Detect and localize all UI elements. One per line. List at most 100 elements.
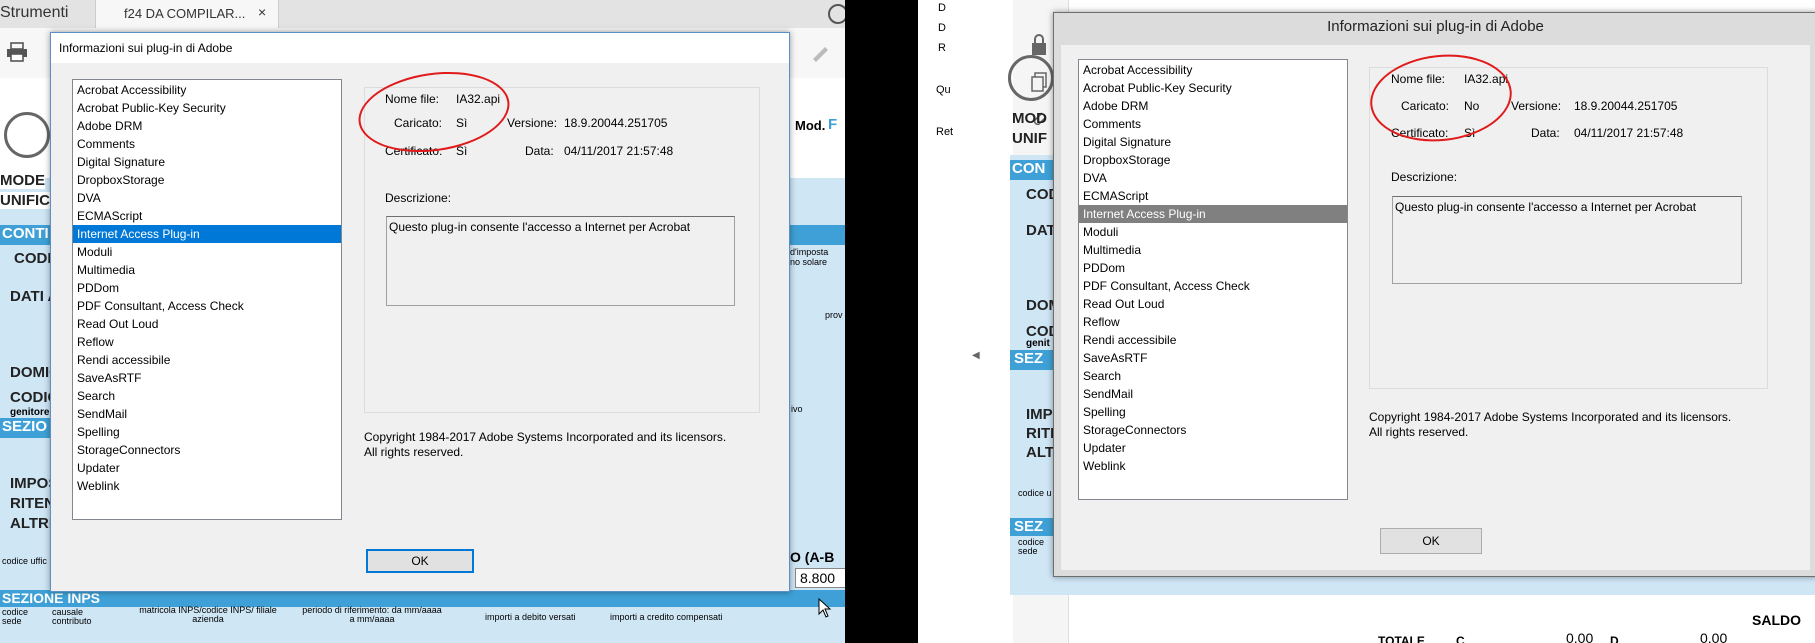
plugin-list[interactable]: Acrobat Accessibility Acrobat Public-Key … — [72, 79, 342, 520]
form-codice-u: codice u — [1018, 488, 1052, 498]
plugin-list-item[interactable]: ECMAScript — [1079, 187, 1347, 205]
plugin-list-item[interactable]: Updater — [1079, 439, 1347, 457]
copyright-line-2: All rights reserved. — [1369, 425, 1469, 439]
plugin-list-item[interactable]: DVA — [1079, 169, 1347, 187]
plugin-list[interactable]: Acrobat Accessibility Acrobat Public-Key … — [1078, 59, 1348, 500]
form-mode: MODE — [0, 172, 45, 189]
data-value: 04/11/2017 21:57:48 — [564, 144, 674, 158]
plugin-list-item[interactable]: Internet Access Plug-in — [73, 225, 341, 243]
ok-button[interactable]: OK — [1380, 528, 1482, 554]
plugin-info-dialog: Informazioni sui plug-in di Adobe Acroba… — [1053, 12, 1815, 577]
form-mode: MOD — [1012, 110, 1047, 127]
plugin-list-item[interactable]: Internet Access Plug-in — [1079, 205, 1347, 223]
collapse-arrow-icon[interactable]: ◀ — [972, 350, 980, 361]
versione-label: Versione: — [507, 116, 558, 130]
tab-tools[interactable]: Strumenti — [0, 4, 68, 22]
plugin-list-item[interactable]: Search — [1079, 367, 1347, 385]
form-totale: TOTALE — [1378, 634, 1425, 643]
dialog-titlebar[interactable]: Informazioni sui plug-in di Adobe — [1054, 13, 1815, 39]
plugin-list-item[interactable]: DropboxStorage — [73, 171, 341, 189]
plugin-list-item[interactable]: SendMail — [73, 405, 341, 423]
nav-item-2[interactable]: R — [938, 42, 946, 54]
plugin-list-item[interactable]: PDDom — [1079, 259, 1347, 277]
inps-col-1: causale contributo — [52, 607, 92, 626]
plugin-list-item[interactable]: SendMail — [1079, 385, 1347, 403]
dialog-titlebar[interactable]: Informazioni sui plug-in di Adobe — [51, 33, 789, 63]
plugin-list-item[interactable]: StorageConnectors — [1079, 421, 1347, 439]
plugin-list-item[interactable]: DVA — [73, 189, 341, 207]
plugin-list-item[interactable]: Weblink — [73, 477, 341, 495]
inps-col-3: periodo di riferimento: da mm/aaaa a mm/… — [302, 605, 442, 624]
nav-item-0[interactable]: D — [938, 2, 946, 14]
plugin-list-item[interactable]: Adobe DRM — [1079, 97, 1347, 115]
nav-pane — [918, 0, 1008, 643]
plugin-list-item[interactable]: Acrobat Public-Key Security — [1079, 79, 1347, 97]
data-value: 04/11/2017 21:57:48 — [1574, 126, 1684, 140]
logo — [4, 112, 50, 158]
descrizione-label: Descrizione: — [385, 191, 452, 205]
inps-col-2: matricola INPS/codice INPS/ filiale azie… — [139, 605, 277, 624]
form-d: D — [1610, 634, 1619, 643]
plugin-list-item[interactable]: Digital Signature — [73, 153, 341, 171]
nav-item-3[interactable]: Qu — [936, 84, 951, 96]
copyright-line-1: Copyright 1984-2017 Adobe Systems Incorp… — [364, 430, 727, 444]
screen-divider — [845, 0, 918, 643]
plugin-list-item[interactable]: Moduli — [73, 243, 341, 261]
inps-col-0: codice sede — [2, 607, 29, 626]
form-total-ab: O (A-B — [790, 549, 835, 565]
form-amount: 8.800 — [800, 570, 836, 586]
plugin-list-item[interactable]: Search — [73, 387, 341, 405]
plugin-list-item[interactable]: SaveAsRTF — [1079, 349, 1347, 367]
plugin-list-item[interactable]: Updater — [73, 459, 341, 477]
close-icon[interactable]: × — [258, 4, 266, 20]
print-icon[interactable] — [6, 42, 28, 62]
form-unif: UNIF — [1012, 130, 1047, 147]
form-dat: DAT — [1026, 222, 1056, 239]
pen-icon[interactable] — [810, 42, 832, 62]
ok-button[interactable]: OK — [366, 549, 474, 573]
plugin-list-item[interactable]: ECMAScript — [73, 207, 341, 225]
plugin-list-item[interactable]: PDF Consultant, Access Check — [73, 297, 341, 315]
plugin-list-item[interactable]: Digital Signature — [1079, 133, 1347, 151]
tab-document-label: f24 DA COMPILAR... — [124, 6, 246, 21]
plugin-list-item[interactable]: DropboxStorage — [1079, 151, 1347, 169]
descrizione-field[interactable]: Questo plug-in consente l'accesso a Inte… — [1392, 196, 1742, 284]
plugin-list-item[interactable]: Weblink — [1079, 457, 1347, 475]
form-altri: ALTRI — [10, 515, 54, 532]
descrizione-label: Descrizione: — [1391, 170, 1458, 184]
descrizione-field[interactable]: Questo plug-in consente l'accesso a Inte… — [386, 216, 735, 306]
form-saldo: SALDO — [1752, 612, 1801, 628]
plugin-list-item[interactable]: SaveAsRTF — [73, 369, 341, 387]
form-zero-2: 0,00 — [1700, 630, 1728, 643]
data-label: Data: — [1531, 126, 1560, 140]
plugin-list-item[interactable]: Comments — [73, 135, 341, 153]
plugin-list-item[interactable]: Multimedia — [73, 261, 341, 279]
form-sezione-inps-label: SEZIONE INPS — [2, 590, 101, 606]
form-prov-note: prov — [825, 310, 843, 320]
plugin-list-item[interactable]: Spelling — [1079, 403, 1347, 421]
plugin-list-item[interactable]: PDF Consultant, Access Check — [1079, 277, 1347, 295]
tab-document[interactable]: f24 DA COMPILAR... × — [95, 0, 279, 28]
lock-icon[interactable] — [1030, 34, 1048, 56]
versione-label: Versione: — [1511, 99, 1562, 113]
plugin-list-item[interactable]: Reflow — [1079, 313, 1347, 331]
plugin-list-item[interactable]: Acrobat Accessibility — [73, 81, 341, 99]
plugin-list-item[interactable]: Adobe DRM — [73, 117, 341, 135]
plugin-list-item[interactable]: Rendi accessibile — [1079, 331, 1347, 349]
plugin-list-item[interactable]: Read Out Loud — [73, 315, 341, 333]
plugin-list-item[interactable]: PDDom — [73, 279, 341, 297]
plugin-list-item[interactable]: Acrobat Accessibility — [1079, 61, 1347, 79]
plugin-list-item[interactable]: Rendi accessibile — [73, 351, 341, 369]
nav-item-1[interactable]: D — [938, 22, 946, 34]
nav-item-4[interactable]: Ret — [936, 126, 953, 138]
plugin-list-item[interactable]: Spelling — [73, 423, 341, 441]
plugin-list-item[interactable]: StorageConnectors — [73, 441, 341, 459]
plugin-list-item[interactable]: Acrobat Public-Key Security — [73, 99, 341, 117]
plugin-list-item[interactable]: Moduli — [1079, 223, 1347, 241]
plugin-list-item[interactable]: Multimedia — [1079, 241, 1347, 259]
plugin-list-item[interactable]: Reflow — [73, 333, 341, 351]
plugin-list-item[interactable]: Comments — [1079, 115, 1347, 133]
form-con-label: CON — [1012, 160, 1046, 177]
help-icon[interactable] — [828, 4, 845, 24]
plugin-list-item[interactable]: Read Out Loud — [1079, 295, 1347, 313]
